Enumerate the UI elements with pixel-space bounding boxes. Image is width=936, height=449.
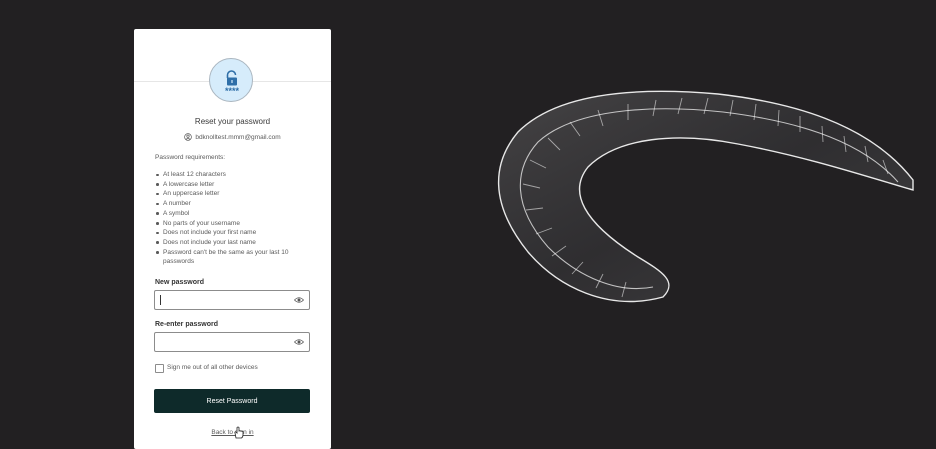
requirement-item: A number (156, 199, 316, 209)
requirements-heading: Password requirements: (155, 154, 226, 161)
new-password-field[interactable] (154, 290, 310, 310)
requirement-item: Does not include your last name (156, 238, 316, 248)
requirement-item: No parts of your username (156, 219, 316, 229)
requirement-item: A symbol (156, 209, 316, 219)
page-title: Reset your password (194, 117, 271, 126)
new-password-input[interactable] (155, 291, 295, 309)
reenter-password-input[interactable] (155, 333, 295, 351)
reenter-password-label: Re-enter password (155, 321, 219, 328)
requirement-item: At least 12 characters (156, 170, 316, 180)
sign-out-checkbox-label[interactable]: Sign me out of all other devices (167, 364, 258, 371)
requirement-item: Does not include your first name (156, 228, 316, 238)
aligner-outline (497, 90, 914, 303)
reset-password-button[interactable]: Reset Password (154, 389, 310, 413)
requirement-item: Password can't be the same as your last … (156, 248, 316, 267)
hand-cursor-icon (234, 426, 244, 439)
requirements-list: At least 12 characters A lowercase lette… (156, 170, 316, 267)
new-password-label: New password (155, 279, 205, 286)
user-circle-icon (184, 133, 193, 141)
eye-icon[interactable] (294, 296, 304, 304)
account-identifier: bdknolltest.mmm@gmail.com (134, 133, 331, 141)
badge-asterisks: **** (225, 86, 240, 96)
sign-out-checkbox[interactable] (155, 364, 164, 373)
account-email: bdknolltest.mmm@gmail.com (195, 134, 281, 141)
clear-aligner-image (497, 90, 914, 303)
eye-icon[interactable] (294, 338, 304, 346)
requirement-item: An uppercase letter (156, 189, 316, 199)
lock-icon: **** (209, 58, 253, 102)
reset-password-card: **** Reset your password bdknolltest.mmm… (134, 29, 331, 449)
requirement-item: A lowercase letter (156, 180, 316, 190)
reenter-password-field[interactable] (154, 332, 310, 352)
text-cursor (160, 295, 161, 305)
